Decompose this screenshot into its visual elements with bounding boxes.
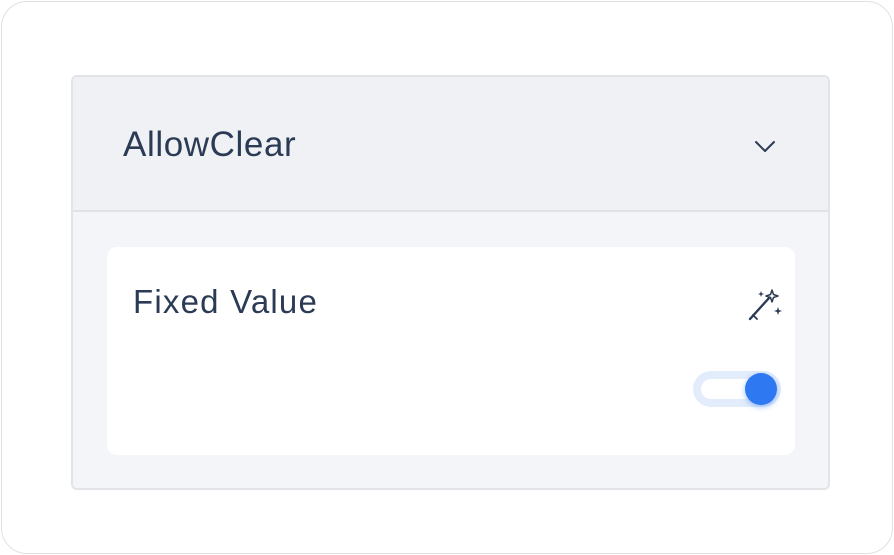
fixed-value-toggle[interactable] xyxy=(693,371,781,407)
property-panel: AllowClear Fixed Value xyxy=(71,75,830,490)
fixed-value-card: Fixed Value xyxy=(107,247,795,455)
chevron-down-icon[interactable] xyxy=(753,135,777,159)
panel-title: AllowClear xyxy=(123,125,297,164)
panel-header[interactable]: AllowClear xyxy=(73,77,828,212)
property-frame: AllowClear Fixed Value xyxy=(1,1,893,554)
magic-wand-icon[interactable] xyxy=(745,287,783,323)
toggle-knob[interactable] xyxy=(745,373,777,405)
field-label: Fixed Value xyxy=(133,283,319,320)
